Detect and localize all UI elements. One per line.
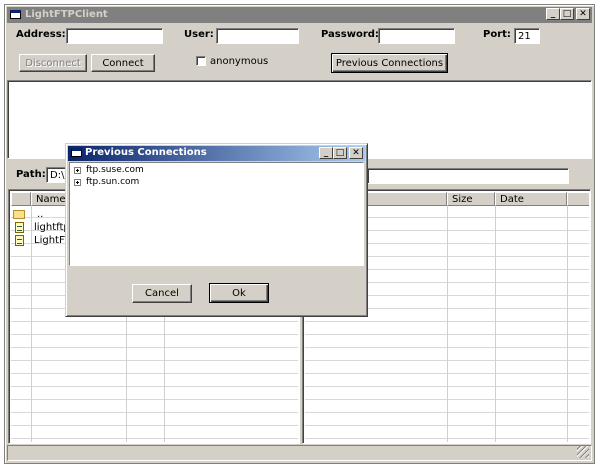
dialog-app-icon bbox=[71, 148, 82, 157]
ok-button[interactable]: Ok bbox=[209, 283, 269, 303]
dialog-minimize-button[interactable]: _ bbox=[319, 147, 333, 159]
cancel-button[interactable]: Cancel bbox=[132, 284, 192, 303]
user-label: User: bbox=[184, 29, 214, 40]
file-icon bbox=[15, 222, 24, 233]
connect-label: Connect bbox=[102, 57, 144, 69]
maximize-button[interactable]: □ bbox=[560, 8, 574, 20]
previous-connections-dialog: Previous Connections _ □ ✕ ftp.suse.com … bbox=[65, 143, 368, 317]
remote-path-input[interactable] bbox=[367, 168, 569, 184]
disconnect-button[interactable]: Disconnect bbox=[19, 54, 87, 72]
connect-button[interactable]: Connect bbox=[91, 54, 155, 72]
close-icon: ✕ bbox=[579, 8, 587, 19]
password-label: Password: bbox=[321, 29, 379, 40]
maximize-icon: □ bbox=[335, 147, 345, 158]
user-input[interactable] bbox=[216, 28, 299, 44]
tree-item[interactable]: ftp.sun.com bbox=[74, 176, 139, 188]
window-title: LightFTPClient bbox=[25, 9, 108, 20]
dialog-title: Previous Connections bbox=[85, 147, 207, 158]
remote-col-size[interactable]: Size bbox=[447, 192, 495, 206]
tree-item-label: ftp.suse.com bbox=[86, 165, 144, 175]
dialog-close-button[interactable]: ✕ bbox=[349, 147, 363, 159]
list-item[interactable]: .. bbox=[13, 208, 43, 221]
status-bar bbox=[7, 445, 592, 461]
close-icon: ✕ bbox=[352, 147, 360, 158]
ok-label: Ok bbox=[232, 287, 246, 299]
app-icon bbox=[10, 10, 21, 19]
cancel-label: Cancel bbox=[145, 288, 179, 299]
port-input[interactable]: 21 bbox=[514, 28, 540, 44]
port-label: Port: bbox=[483, 29, 511, 40]
maximize-icon: □ bbox=[562, 8, 572, 19]
minimize-icon: _ bbox=[323, 147, 329, 158]
expand-icon[interactable] bbox=[74, 178, 81, 186]
dialog-title-bar: Previous Connections _ □ ✕ bbox=[68, 146, 365, 161]
anonymous-label: anonymous bbox=[210, 56, 269, 67]
tree-item-label: ftp.sun.com bbox=[86, 177, 140, 187]
address-input[interactable] bbox=[66, 28, 163, 44]
tree-item[interactable]: ftp.suse.com bbox=[74, 164, 144, 176]
list-item[interactable]: LightFT bbox=[15, 234, 71, 247]
minimize-button[interactable]: _ bbox=[546, 8, 560, 20]
folder-icon bbox=[13, 210, 25, 219]
connections-tree[interactable]: ftp.suse.com ftp.sun.com bbox=[69, 162, 364, 266]
previous-connections-label: Previous Connections bbox=[335, 57, 444, 69]
title-bar: LightFTPClient _ □ ✕ bbox=[7, 7, 592, 23]
file-icon bbox=[15, 235, 24, 246]
list-item[interactable]: lightftp bbox=[15, 221, 70, 234]
resize-grip-icon[interactable] bbox=[577, 446, 589, 458]
disconnect-label: Disconnect bbox=[25, 57, 81, 69]
minimize-icon: _ bbox=[550, 8, 556, 19]
close-button[interactable]: ✕ bbox=[576, 8, 590, 20]
local-col-icon[interactable] bbox=[11, 192, 31, 206]
expand-icon[interactable] bbox=[74, 166, 81, 174]
previous-connections-button[interactable]: Previous Connections bbox=[331, 53, 448, 73]
address-label: Address: bbox=[16, 29, 66, 40]
remote-col-date[interactable]: Date bbox=[495, 192, 567, 206]
local-path-label: Path: bbox=[16, 169, 46, 180]
local-row-name: .. bbox=[37, 209, 44, 220]
remote-col-extra[interactable] bbox=[567, 192, 589, 206]
password-input[interactable] bbox=[378, 28, 455, 44]
dialog-maximize-button[interactable]: □ bbox=[333, 147, 347, 159]
anonymous-checkbox[interactable] bbox=[196, 56, 206, 66]
